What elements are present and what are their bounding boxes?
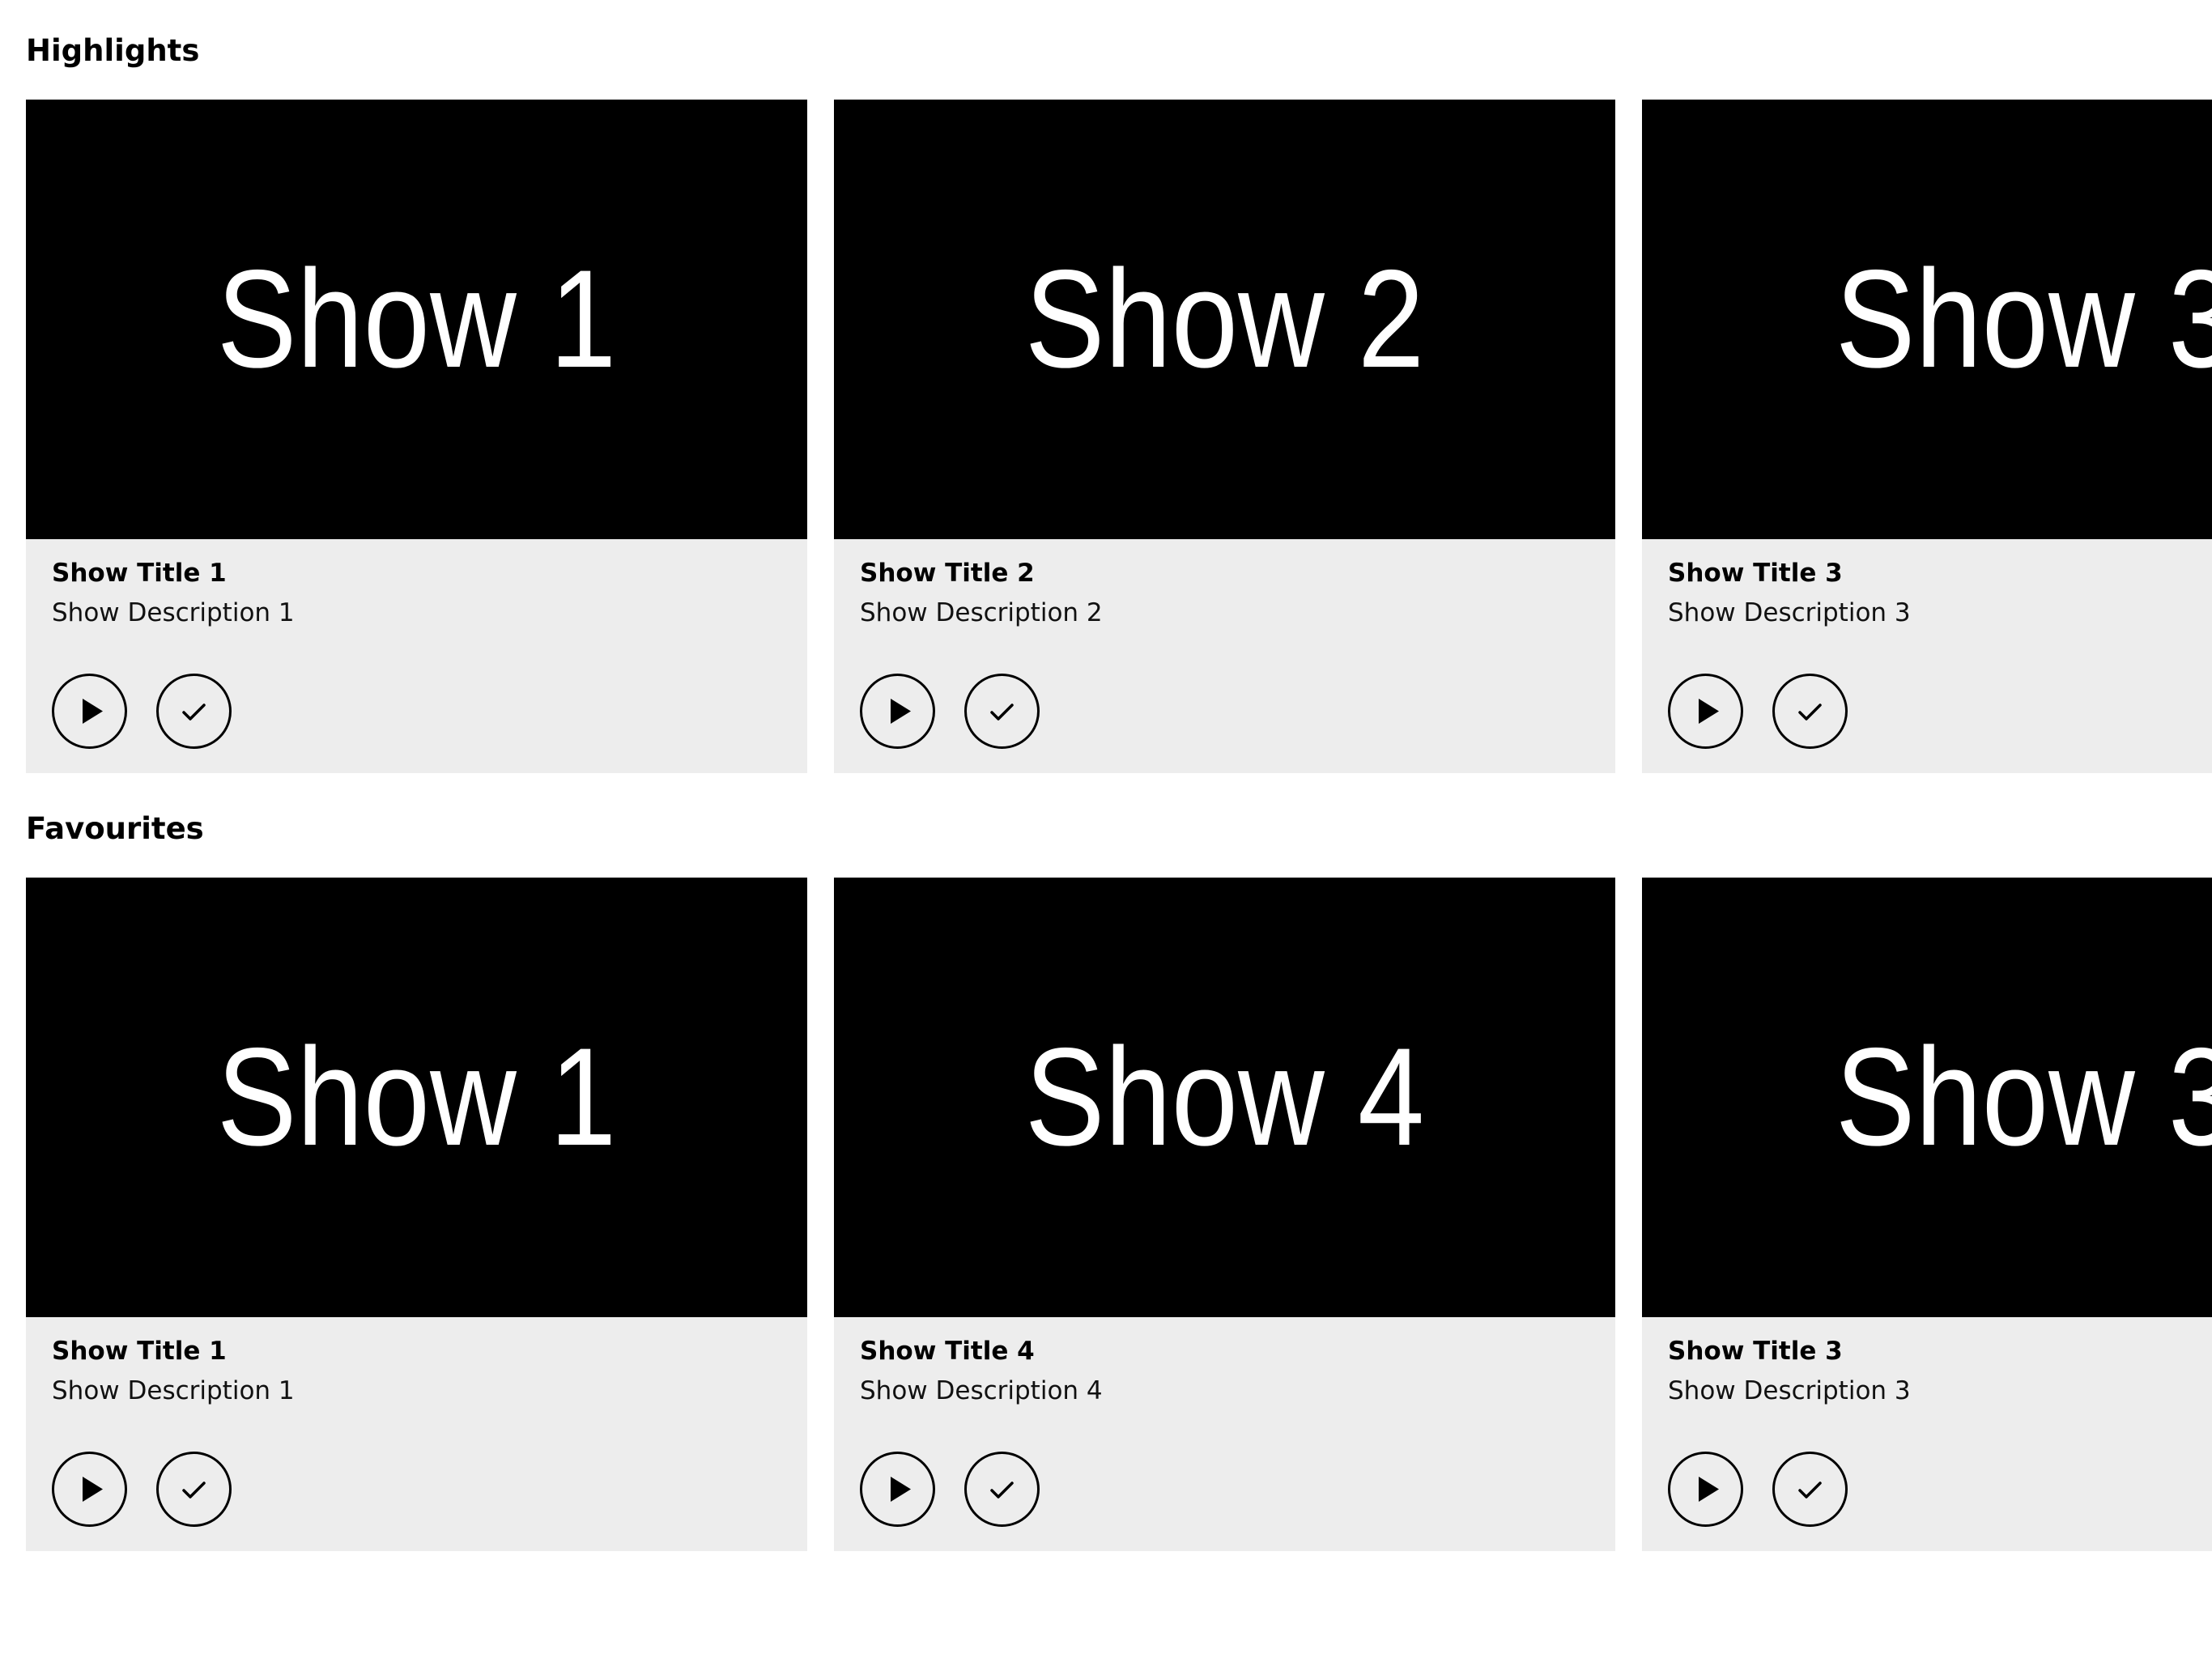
card-carousel[interactable]: Show 1 Show Title 1 Show Description 1 S… [26,100,2212,773]
show-thumbnail[interactable]: Show 1 [26,878,807,1317]
show-title: Show Title 4 [860,1337,1035,1366]
play-button[interactable] [52,674,127,749]
play-icon [891,1477,911,1502]
check-icon [1798,704,1822,721]
play-button[interactable] [1668,674,1743,749]
play-icon [83,1477,103,1502]
show-card[interactable]: Show 3 Show Title 3 Show Description 3 [1642,100,2212,773]
play-button[interactable] [1668,1452,1743,1527]
show-description: Show Description 1 [52,1376,295,1405]
mark-watched-button[interactable] [156,1452,232,1527]
show-description: Show Description 3 [1668,598,1911,627]
section-title: Highlights [26,33,200,68]
show-title: Show Title 1 [52,1337,227,1366]
show-description: Show Description 2 [860,598,1103,627]
thumbnail-label: Show 3 [1835,241,2212,397]
thumbnail-label: Show 1 [216,1019,617,1175]
play-icon [1699,1477,1719,1502]
play-button[interactable] [52,1452,127,1527]
mark-watched-button[interactable] [964,1452,1040,1527]
show-thumbnail[interactable]: Show 3 [1642,878,2212,1317]
show-thumbnail[interactable]: Show 4 [834,878,1615,1317]
show-card[interactable]: Show 4 Show Title 4 Show Description 4 [834,878,1615,1551]
thumbnail-label: Show 1 [216,241,617,397]
thumbnail-label: Show 4 [1024,1019,1425,1175]
check-icon [182,1482,206,1499]
show-title: Show Title 3 [1668,1337,1843,1366]
show-thumbnail[interactable]: Show 2 [834,100,1615,539]
check-icon [1798,1482,1822,1499]
show-title: Show Title 1 [52,559,227,588]
section-title: Favourites [26,811,204,846]
check-icon [182,704,206,721]
thumbnail-label: Show 2 [1024,241,1425,397]
check-icon [990,1482,1014,1499]
mark-watched-button[interactable] [156,674,232,749]
show-thumbnail[interactable]: Show 3 [1642,100,2212,539]
card-carousel[interactable]: Show 1 Show Title 1 Show Description 1 S… [26,878,2212,1551]
show-description: Show Description 3 [1668,1376,1911,1405]
play-button[interactable] [860,1452,935,1527]
play-icon [891,699,911,724]
show-thumbnail[interactable]: Show 1 [26,100,807,539]
show-description: Show Description 1 [52,598,295,627]
thumbnail-label: Show 3 [1835,1019,2212,1175]
show-card[interactable]: Show 1 Show Title 1 Show Description 1 [26,878,807,1551]
play-button[interactable] [860,674,935,749]
mark-watched-button[interactable] [964,674,1040,749]
show-title: Show Title 2 [860,559,1035,588]
page: Highlights Show 1 Show Title 1 Show Desc… [0,0,2212,1658]
mark-watched-button[interactable] [1772,1452,1848,1527]
play-icon [83,699,103,724]
check-icon [990,704,1014,721]
play-icon [1699,699,1719,724]
mark-watched-button[interactable] [1772,674,1848,749]
show-description: Show Description 4 [860,1376,1103,1405]
show-title: Show Title 3 [1668,559,1843,588]
show-card[interactable]: Show 2 Show Title 2 Show Description 2 [834,100,1615,773]
show-card[interactable]: Show 1 Show Title 1 Show Description 1 [26,100,807,773]
show-card[interactable]: Show 3 Show Title 3 Show Description 3 [1642,878,2212,1551]
